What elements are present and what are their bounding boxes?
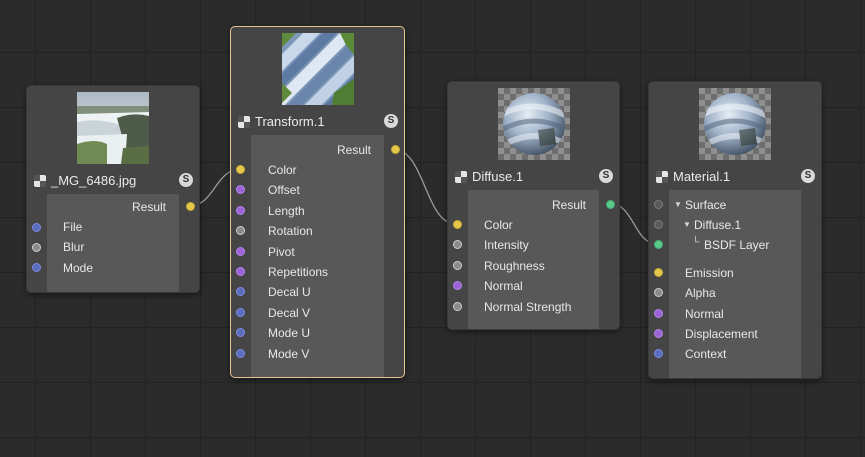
mode-input-label: Mode bbox=[63, 261, 94, 275]
surface-port[interactable] bbox=[654, 200, 663, 209]
diffuse-result-label: Result bbox=[551, 198, 586, 212]
bsdf-layer-input-port[interactable] bbox=[654, 240, 663, 249]
decal-v-input-port[interactable] bbox=[236, 308, 245, 317]
diffuse-layer-label: Diffuse.1 bbox=[694, 218, 742, 232]
diffuse-node-header[interactable]: Diffuse.1 S bbox=[448, 166, 619, 188]
bsdf-layer-label: BSDF Layer bbox=[704, 238, 770, 252]
transform-thumbnail bbox=[281, 33, 354, 105]
decal-u-input-label: Decal U bbox=[268, 285, 311, 299]
mode-u-input-port[interactable] bbox=[236, 328, 245, 337]
diffuse-preview-sphere bbox=[497, 88, 570, 160]
image-node[interactable]: _MG_6486.jpg S Result File Blur Mode bbox=[26, 85, 200, 293]
repetitions-input-port[interactable] bbox=[236, 267, 245, 276]
roughness-input-label: Roughness bbox=[484, 259, 545, 273]
checker-icon bbox=[656, 171, 668, 183]
rotation-input-label: Rotation bbox=[268, 224, 313, 238]
normal-input-port[interactable] bbox=[453, 281, 462, 290]
displacement-input-label: Displacement bbox=[685, 327, 758, 341]
material-node-title: Material.1 bbox=[673, 169, 731, 184]
transform-node-title: Transform.1 bbox=[255, 114, 325, 129]
material-node-header[interactable]: Material.1 S bbox=[649, 166, 821, 188]
intensity-input-label: Intensity bbox=[484, 238, 529, 252]
length-input-label: Length bbox=[268, 204, 305, 218]
color-input-label: Color bbox=[268, 163, 297, 177]
mode-v-input-port[interactable] bbox=[236, 349, 245, 358]
corner-icon: └ bbox=[692, 237, 700, 248]
solo-button[interactable]: S bbox=[801, 169, 815, 183]
mode-v-input-label: Mode V bbox=[268, 347, 310, 361]
image-result-output-port[interactable] bbox=[186, 202, 195, 211]
diffuse-node[interactable]: Diffuse.1 S Result Color Intensity Rough… bbox=[447, 81, 620, 330]
image-thumbnail bbox=[77, 92, 149, 164]
color-input-label: Color bbox=[484, 218, 513, 232]
solo-button[interactable]: S bbox=[179, 173, 193, 187]
expand-triangle-icon[interactable]: ▼ bbox=[683, 220, 691, 229]
emission-input-label: Emission bbox=[685, 266, 734, 280]
offset-input-port[interactable] bbox=[236, 185, 245, 194]
length-input-port[interactable] bbox=[236, 206, 245, 215]
diffuse-layer-port[interactable] bbox=[654, 220, 663, 229]
solo-button[interactable]: S bbox=[384, 114, 398, 128]
decal-v-input-label: Decal V bbox=[268, 306, 311, 320]
normal-strength-input-label: Normal Strength bbox=[484, 300, 572, 314]
surface-label: Surface bbox=[685, 198, 727, 212]
pivot-input-port[interactable] bbox=[236, 247, 245, 256]
checker-icon bbox=[455, 171, 467, 183]
context-input-label: Context bbox=[685, 347, 727, 361]
roughness-input-port[interactable] bbox=[453, 261, 462, 270]
diffuse-result-output-port[interactable] bbox=[606, 200, 615, 209]
diffuse-node-title: Diffuse.1 bbox=[472, 169, 524, 184]
alpha-input-port[interactable] bbox=[654, 288, 663, 297]
color-input-port[interactable] bbox=[236, 165, 245, 174]
normal-input-port[interactable] bbox=[654, 309, 663, 318]
file-input-port[interactable] bbox=[32, 223, 41, 232]
color-input-port[interactable] bbox=[453, 220, 462, 229]
rotation-input-port[interactable] bbox=[236, 226, 245, 235]
repetitions-input-label: Repetitions bbox=[268, 265, 329, 279]
transform-node[interactable]: Transform.1 S Result Color Offset Length… bbox=[230, 26, 405, 378]
checker-icon bbox=[238, 116, 250, 128]
decal-u-input-port[interactable] bbox=[236, 287, 245, 296]
blur-input-port[interactable] bbox=[32, 243, 41, 252]
alpha-input-label: Alpha bbox=[685, 286, 716, 300]
emission-input-port[interactable] bbox=[654, 268, 663, 277]
transform-node-header[interactable]: Transform.1 S bbox=[231, 111, 404, 133]
mode-u-input-label: Mode U bbox=[268, 326, 311, 340]
solo-button[interactable]: S bbox=[599, 169, 613, 183]
context-input-port[interactable] bbox=[654, 349, 663, 358]
image-result-label: Result bbox=[131, 200, 166, 214]
intensity-input-port[interactable] bbox=[453, 240, 462, 249]
transform-result-label: Result bbox=[336, 143, 371, 157]
displacement-input-port[interactable] bbox=[654, 329, 663, 338]
image-node-header[interactable]: _MG_6486.jpg S bbox=[27, 170, 199, 192]
blur-input-label: Blur bbox=[63, 240, 85, 254]
mode-input-port[interactable] bbox=[32, 263, 41, 272]
file-input-label: File bbox=[63, 220, 83, 234]
pivot-input-label: Pivot bbox=[268, 245, 295, 259]
offset-input-label: Offset bbox=[268, 183, 300, 197]
normal-strength-input-port[interactable] bbox=[453, 302, 462, 311]
normal-input-label: Normal bbox=[685, 307, 724, 321]
expand-triangle-icon[interactable]: ▼ bbox=[674, 200, 682, 209]
material-node[interactable]: Material.1 S ▼ Surface ▼ Diffuse.1 └ BSD… bbox=[648, 81, 822, 379]
transform-result-output-port[interactable] bbox=[391, 145, 400, 154]
normal-input-label: Normal bbox=[484, 279, 523, 293]
image-node-title: _MG_6486.jpg bbox=[51, 173, 137, 188]
checker-icon bbox=[34, 175, 46, 187]
material-preview-sphere bbox=[699, 88, 771, 160]
